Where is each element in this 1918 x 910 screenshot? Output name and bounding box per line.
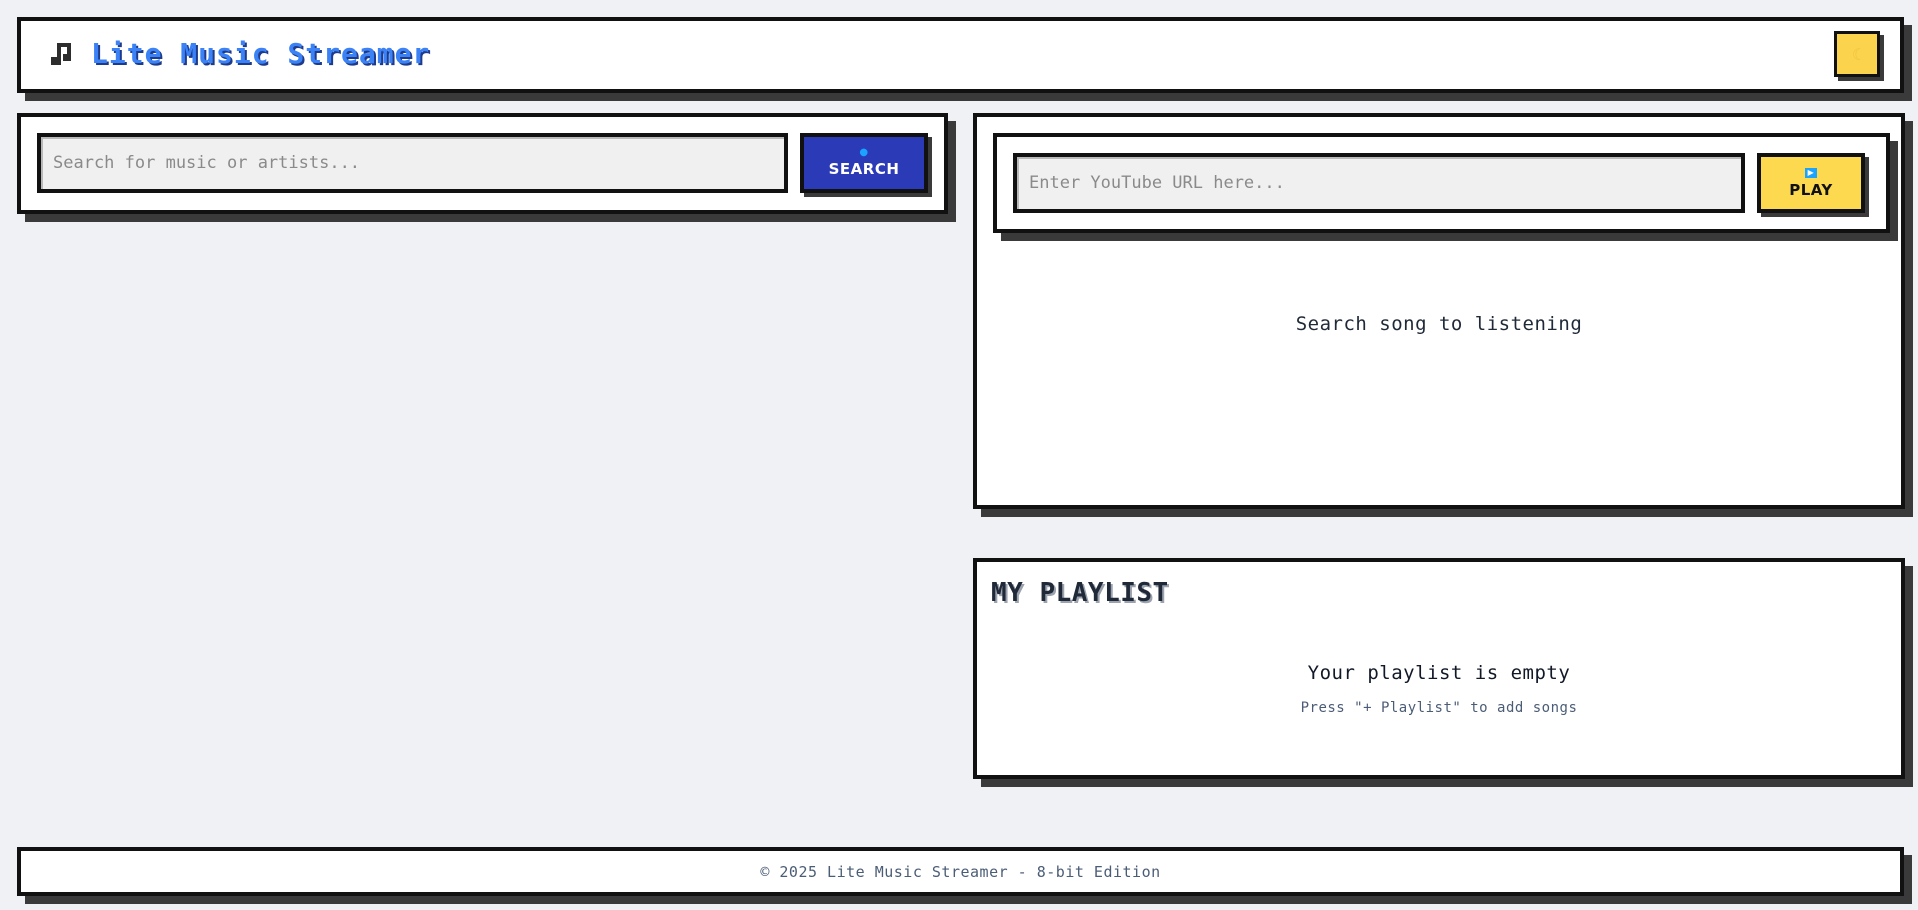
app-footer: © 2025 Lite Music Streamer - 8-bit Editi… [17,847,1904,896]
player-empty-message: Search song to listening [1295,313,1583,335]
app-header: Lite Music Streamer ☾ [17,17,1904,93]
play-button-label: PLAY [1789,180,1833,199]
play-icon: ▶ [1805,167,1817,178]
search-input[interactable] [37,133,788,193]
app-logo: Lite Music Streamer [49,37,430,70]
playlist-empty-message: Your playlist is empty [1307,662,1571,684]
playlist-hint: Press "+ Playlist" to add songs [1300,700,1578,716]
music-note-icon [51,42,71,65]
app-title: Lite Music Streamer [91,37,431,70]
theme-toggle-button[interactable]: ☾ [1834,31,1880,77]
url-input-box: ▶ PLAY [993,133,1890,233]
moon-icon: ☾ [1852,44,1862,64]
search-button-label: SEARCH [828,160,900,178]
youtube-url-input[interactable] [1013,153,1745,213]
play-button[interactable]: ▶ PLAY [1757,153,1865,213]
footer-copyright: © 2025 Lite Music Streamer - 8-bit Editi… [760,863,1161,881]
player-panel: ▶ PLAY Search song to listening [973,113,1905,509]
magnifier-icon: ● [859,147,869,158]
playlist-panel: MY PLAYLIST Your playlist is empty Press… [973,558,1905,779]
search-panel: ● SEARCH [17,113,948,214]
playlist-title: MY PLAYLIST [991,578,1169,608]
search-button[interactable]: ● SEARCH [800,133,928,193]
